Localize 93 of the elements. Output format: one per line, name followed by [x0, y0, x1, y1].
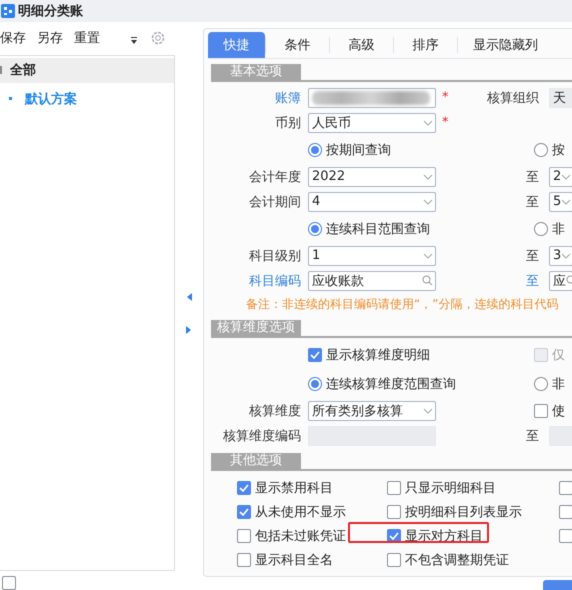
field-link[interactable]: 科目编码 [249, 272, 308, 290]
dropdown-field[interactable]: 2022 [308, 166, 436, 186]
field-label: 核算组织 [487, 90, 540, 106]
tree-item[interactable]: 全部 [0, 58, 174, 83]
required-mark: * [441, 115, 448, 130]
search-field[interactable]: 应 [549, 270, 572, 290]
checkbox-label: 包括未过账凭证 [255, 528, 346, 545]
checkbox-label: 从未使用不显示 [255, 504, 346, 521]
toolbar-button[interactable]: 保存 [0, 29, 26, 48]
checkbox-label: 仅 [552, 347, 565, 364]
checkbox-label: 不包含调整期凭证 [405, 552, 509, 569]
field-label: 至 [526, 428, 540, 444]
checkbox[interactable] [237, 529, 251, 543]
collapse-left-icon[interactable] [186, 292, 192, 302]
tree-item[interactable]: 默认方案 [25, 90, 77, 108]
caret-icon[interactable] [130, 37, 138, 46]
required-mark: * [441, 90, 448, 105]
field-label: 币别 [275, 114, 302, 132]
dropdown-field[interactable]: 2 [549, 166, 572, 186]
chevron-down-icon [423, 408, 433, 414]
checkbox-label: 显示对方科目 [405, 528, 483, 545]
tab[interactable]: 快捷 [208, 32, 265, 58]
toolbar-button[interactable]: 另存 [37, 29, 63, 48]
radio-button[interactable] [308, 222, 322, 236]
chevron-down-icon [423, 252, 433, 258]
checkbox[interactable] [308, 348, 322, 362]
radio-button[interactable] [534, 222, 548, 236]
tab[interactable]: 排序 [394, 32, 457, 58]
radio-label: 非 [552, 376, 565, 392]
field-label: 会计期间 [249, 194, 302, 210]
section-header: 其他选项 [211, 453, 301, 469]
checkbox-label: 显示核算维度明细 [326, 347, 430, 364]
field-label: 至 [526, 248, 540, 264]
radio-button[interactable] [308, 142, 322, 156]
field-label: 核算维度编码 [223, 428, 302, 444]
checkbox[interactable] [559, 505, 572, 519]
checkbox[interactable] [534, 404, 548, 418]
field-label: 至 [526, 194, 540, 210]
window-title: 明细分类账 [18, 3, 83, 20]
checkbox[interactable] [559, 529, 572, 543]
radio-label: 连续核算维度范围查询 [326, 376, 456, 392]
dropdown-field[interactable]: 3 [549, 246, 572, 266]
checkbox-label: 按明细科目列表显示 [405, 504, 522, 521]
dropdown-field[interactable]: 4 [308, 192, 436, 212]
chevron-down-icon [561, 174, 572, 180]
checkbox[interactable] [559, 481, 572, 495]
tab[interactable]: 条件 [266, 32, 329, 58]
dropdown-field[interactable]: 所有类别多核算 [308, 400, 436, 420]
note-text: 备注：非连续的科目编码请使用“，”分隔，连续的科目代码 [246, 296, 558, 312]
radio-label: 非 [552, 220, 565, 238]
checkbox[interactable] [387, 553, 401, 567]
field-link[interactable]: 账簿 [275, 88, 308, 106]
field-label: 会计年度 [249, 168, 302, 186]
chevron-down-icon [561, 252, 572, 258]
checkbox-label: 显示禁用科目 [255, 480, 333, 497]
ledger-field[interactable] [308, 88, 436, 108]
tab[interactable]: 高级 [330, 32, 393, 58]
checkbox[interactable] [387, 481, 401, 495]
expand-right-icon[interactable] [186, 325, 192, 335]
field-link[interactable]: 至 [526, 272, 546, 290]
field-label: 科目级别 [249, 248, 302, 264]
dropdown-field[interactable]: 5 [549, 192, 572, 212]
checkbox-label: 使 [552, 402, 565, 420]
readonly-field: 天 [549, 88, 572, 108]
chevron-down-icon [561, 198, 572, 204]
radio-label: 按 [552, 142, 565, 158]
section-header: 核算维度选项 [211, 320, 301, 336]
section-header: 基本选项 [211, 64, 301, 80]
radio-button[interactable] [534, 376, 548, 390]
field-label: 至 [526, 168, 540, 186]
chevron-down-icon [423, 174, 433, 180]
radio-label: 按期间查询 [326, 142, 391, 158]
radio-button[interactable] [534, 142, 548, 156]
dropdown-field[interactable]: 1 [308, 246, 436, 266]
checkbox[interactable] [2, 576, 16, 590]
chevron-down-icon [423, 198, 433, 204]
app-icon [1, 4, 15, 18]
dropdown-field[interactable]: 人民币 [308, 112, 436, 132]
checkbox[interactable] [237, 481, 251, 495]
settings-icon[interactable] [150, 30, 166, 46]
search-icon [422, 275, 433, 286]
tab[interactable]: 显示隐藏列 [458, 32, 553, 58]
radio-button[interactable] [308, 376, 322, 390]
checkbox[interactable] [387, 505, 401, 519]
checkbox-label: 只显示明细科目 [405, 480, 496, 497]
checkbox[interactable] [237, 505, 251, 519]
search-field[interactable]: 应收账款 [308, 270, 436, 290]
toolbar-button[interactable]: 重置 [74, 29, 100, 48]
checkbox-label: 显示科目全名 [255, 552, 333, 569]
checkbox[interactable] [237, 553, 251, 567]
radio-label: 连续科目范围查询 [326, 220, 430, 238]
field-label: 核算维度 [249, 402, 302, 420]
chevron-down-icon [423, 120, 433, 126]
